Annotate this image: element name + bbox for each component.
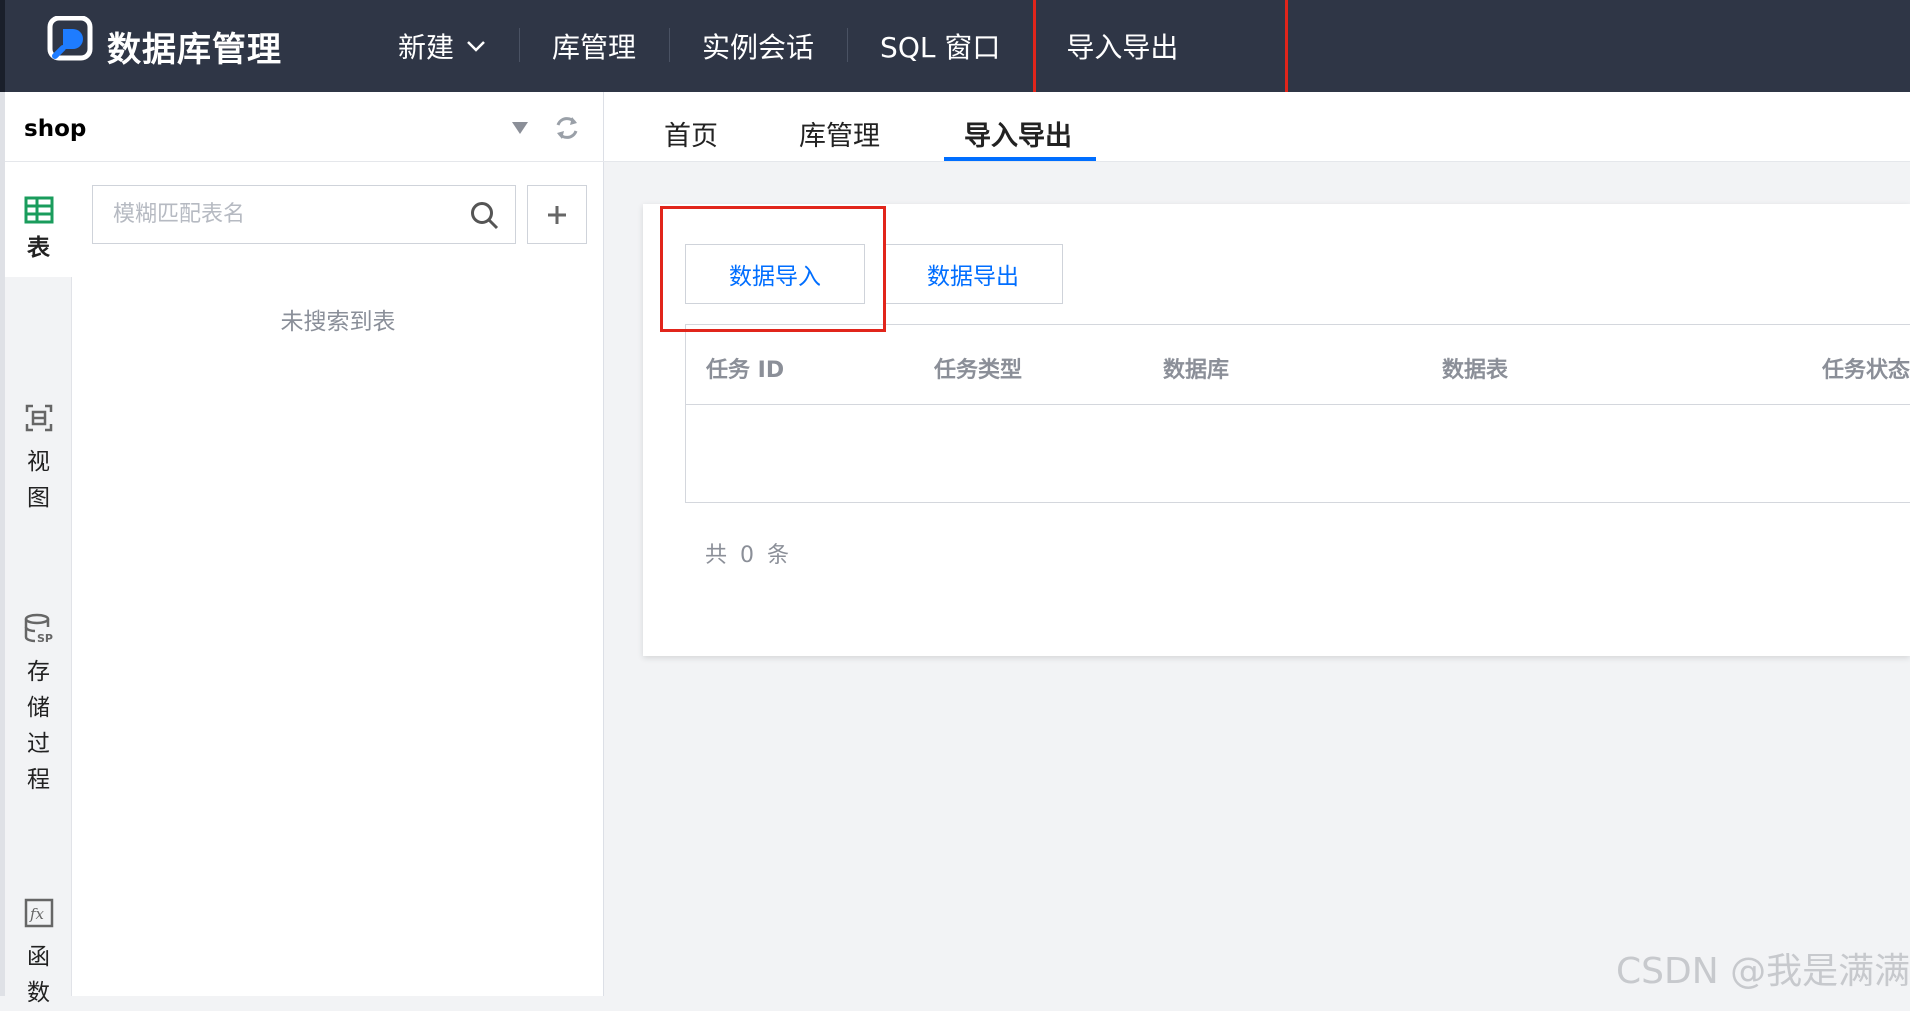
total-prefix: 共 (705, 543, 728, 568)
logo-icon (47, 16, 93, 61)
highlight-box-nav (1033, 0, 1288, 96)
watermark: CSDN @我是满满 (1616, 951, 1910, 992)
tab-home[interactable]: 首页 (664, 114, 718, 153)
table-search-input[interactable] (93, 186, 453, 243)
column-header-database: 数据库 (1163, 358, 1230, 383)
brand-title: 数据库管理 (107, 30, 282, 70)
column-header-task-type: 任务类型 (934, 358, 1023, 383)
object-type-rail: 表 视图 SP 存储过程 fx 函数 (5, 162, 72, 1006)
column-header-task-id: 任务 ID (706, 358, 785, 383)
empty-table-message: 未搜索到表 (280, 309, 396, 335)
add-table-button[interactable] (527, 185, 587, 244)
svg-text:fx: fx (29, 905, 45, 923)
nav-instance-session-label: 实例会话 (702, 31, 815, 64)
nav-new-label: 新建 (398, 31, 455, 64)
rail-label-views: 视图 (27, 449, 50, 511)
table-icon (24, 196, 53, 224)
rail-label-tables: 表 (27, 235, 50, 261)
rail-item-stored-procedures[interactable]: SP 存储过程 (5, 612, 72, 798)
stored-procedure-icon: SP (24, 613, 53, 644)
total-number: 0 (740, 543, 755, 568)
nav-sql-window[interactable]: SQL 窗口 (847, 0, 1033, 92)
database-name: shop (24, 116, 87, 142)
top-navigation-bar: 数据库管理 新建 库管理 实例会话 SQL 窗口 导入导出 (0, 0, 1910, 96)
nav-new[interactable]: 新建 (365, 0, 519, 92)
data-export-button[interactable]: 数据导出 (883, 244, 1063, 304)
rail-item-views[interactable]: 视图 (5, 402, 72, 516)
search-icon[interactable] (469, 200, 499, 230)
svg-text:SP: SP (37, 632, 53, 644)
tab-db-management[interactable]: 库管理 (799, 114, 880, 153)
table-header: 任务 ID 任务类型 数据库 数据表 任务状态 (686, 325, 1910, 405)
nav-instance-session[interactable]: 实例会话 (669, 0, 847, 92)
column-header-task-status: 任务状态 (1822, 358, 1910, 383)
table-search-box (92, 185, 516, 244)
refresh-icon[interactable] (553, 114, 581, 142)
rail-item-tables[interactable]: 表 (5, 162, 72, 277)
object-browser: shop 表 视图 SP 存储过程 fx 函数 模糊匹配表名 未搜索到表 (0, 92, 604, 1006)
column-header-table: 数据表 (1442, 358, 1509, 383)
rail-label-functions: 函数 (27, 944, 50, 1006)
workspace-tabs: 首页 库管理 导入导出 (604, 92, 1910, 162)
rail-item-functions[interactable]: fx 函数 (5, 897, 72, 1011)
total-suffix: 条 (767, 543, 790, 568)
nav-db-management[interactable]: 库管理 (519, 0, 669, 92)
database-selector[interactable]: shop (5, 92, 604, 162)
task-table: 任务 ID 任务类型 数据库 数据表 任务状态 (685, 324, 1910, 503)
plus-icon (548, 205, 566, 224)
chevron-down-icon (467, 41, 485, 52)
highlight-box-import-button (660, 206, 886, 332)
view-icon (25, 404, 52, 432)
function-icon: fx (24, 898, 53, 928)
active-tab-indicator (944, 157, 1096, 161)
total-count: 共 0 条 (705, 537, 789, 569)
nav-sql-window-label: SQL 窗口 (880, 31, 1001, 64)
caret-down-icon[interactable] (512, 122, 528, 134)
tab-import-export[interactable]: 导入导出 (964, 114, 1072, 153)
rail-label-stored-procedures: 存储过程 (27, 659, 50, 793)
nav-db-management-label: 库管理 (552, 31, 637, 64)
